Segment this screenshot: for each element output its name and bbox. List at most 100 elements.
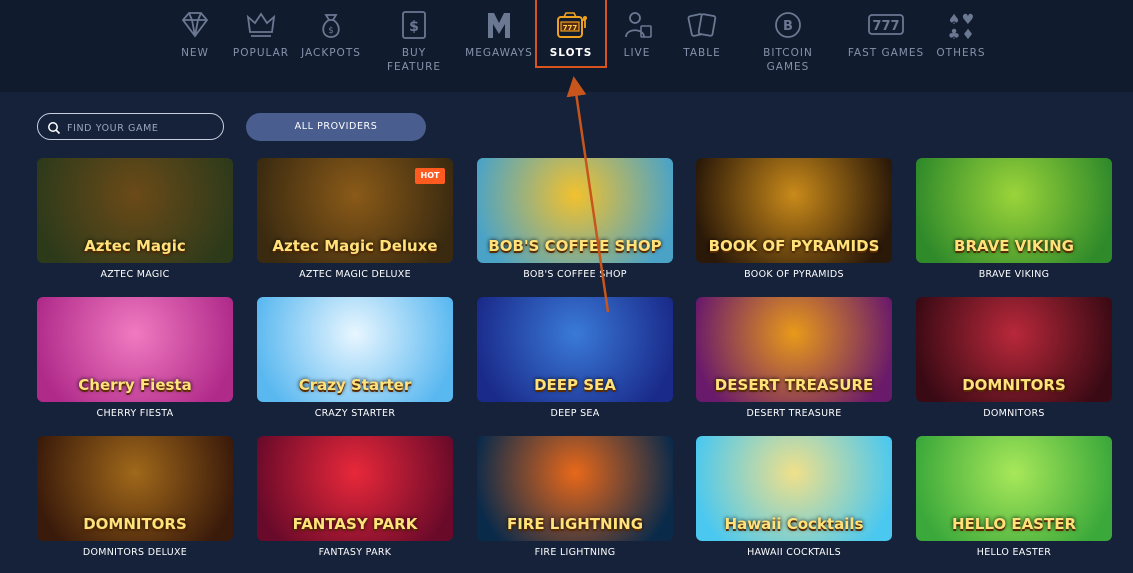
dollar-card-icon: $ — [396, 8, 432, 42]
nav-label: JACKPOTS — [301, 47, 361, 59]
game-title[interactable]: DEEP SEA — [477, 408, 673, 419]
all-providers-button[interactable]: ALL PROVIDERS — [246, 113, 426, 141]
game-thumbnail[interactable]: DOMNITORS — [916, 297, 1112, 402]
game-thumbnail[interactable]: BRAVE VIKING — [916, 158, 1112, 263]
svg-text:♠: ♠ — [948, 12, 961, 28]
svg-text:♣: ♣ — [948, 27, 961, 42]
diamond-icon — [177, 8, 213, 42]
game-thumbnail[interactable]: BOOK OF PYRAMIDS — [696, 158, 892, 263]
game-card[interactable]: DESERT TREASURE DESERT TREASURE — [696, 297, 892, 422]
svg-text:777: 777 — [563, 24, 578, 32]
game-title[interactable]: CRAZY STARTER — [257, 408, 453, 419]
search-input[interactable] — [65, 118, 219, 138]
category-nav: NEW POPULAR $ JACKPOTS $ BUY FEATURE MEG… — [0, 0, 1133, 92]
game-title[interactable]: BRAVE VIKING — [916, 269, 1112, 280]
game-thumbnail[interactable]: FIRE LIGHTNING — [477, 436, 673, 541]
game-logo-text: HELLO EASTER — [951, 515, 1077, 533]
live-dealer-icon — [619, 8, 655, 42]
game-card[interactable]: BOOK OF PYRAMIDS BOOK OF PYRAMIDS — [696, 158, 892, 283]
game-card[interactable]: DEEP SEA DEEP SEA — [477, 297, 673, 422]
game-logo-text: Aztec Magic — [84, 237, 186, 255]
game-title[interactable]: BOB'S COFFEE SHOP — [477, 269, 673, 280]
game-thumbnail[interactable]: DOMNITORS — [37, 436, 233, 541]
game-thumbnail[interactable]: BOB'S COFFEE SHOP — [477, 158, 673, 263]
game-title[interactable]: BOOK OF PYRAMIDS — [696, 269, 892, 280]
nav-label: NEW — [181, 47, 209, 59]
game-card[interactable]: Crazy Starter CRAZY STARTER — [257, 297, 453, 422]
game-card[interactable]: FANTASY PARK FANTASY PARK — [257, 436, 453, 561]
game-card[interactable]: Aztec Magic Deluxe HOT AZTEC MAGIC DELUXE — [257, 158, 453, 283]
game-title[interactable]: HAWAII COCKTAILS — [696, 547, 892, 558]
search-icon — [47, 120, 61, 135]
svg-text:B: B — [783, 19, 793, 34]
nav-item-megaways[interactable]: MEGAWAYS — [465, 0, 533, 92]
nav-label: BUY FEATURE — [386, 47, 442, 73]
game-card[interactable]: BRAVE VIKING BRAVE VIKING — [916, 158, 1112, 283]
game-card[interactable]: Hawaii Cocktails HAWAII COCKTAILS — [696, 436, 892, 561]
nav-item-live[interactable]: LIVE — [612, 0, 662, 92]
game-thumbnail[interactable]: Crazy Starter — [257, 297, 453, 402]
svg-text:♥: ♥ — [962, 12, 975, 28]
game-title[interactable]: FANTASY PARK — [257, 547, 453, 558]
nav-item-fast-games[interactable]: 777 FAST GAMES — [846, 0, 926, 92]
megaways-m-icon — [481, 8, 517, 42]
money-bag-icon: $ — [313, 8, 349, 42]
game-thumbnail[interactable]: HELLO EASTER — [916, 436, 1112, 541]
card-suits-icon: ♠ ♥ ♣ ♦ — [943, 8, 979, 42]
hot-badge: HOT — [415, 168, 445, 184]
game-logo-text: BRAVE VIKING — [954, 237, 1074, 255]
nav-label: SLOTS — [549, 47, 593, 59]
game-logo-text: DEEP SEA — [534, 376, 616, 394]
game-logo-text: FANTASY PARK — [292, 515, 418, 533]
game-title[interactable]: DOMNITORS — [916, 408, 1112, 419]
nav-item-slots[interactable]: 777 SLOTS — [537, 0, 605, 92]
game-logo-text: Aztec Magic Deluxe — [272, 237, 438, 255]
nav-item-bitcoin-games[interactable]: B BITCOIN GAMES — [755, 0, 821, 92]
nav-label: OTHERS — [936, 47, 986, 59]
game-card[interactable]: DOMNITORS DOMNITORS — [916, 297, 1112, 422]
nav-label: FAST GAMES — [847, 47, 925, 59]
nav-item-new[interactable]: NEW — [170, 0, 220, 92]
svg-text:$: $ — [328, 26, 334, 36]
svg-text:777: 777 — [872, 19, 899, 34]
game-thumbnail[interactable]: Cherry Fiesta — [37, 297, 233, 402]
game-card[interactable]: Aztec Magic AZTEC MAGIC — [37, 158, 233, 283]
game-logo-text: Crazy Starter — [298, 376, 412, 394]
game-card[interactable]: FIRE LIGHTNING FIRE LIGHTNING — [477, 436, 673, 561]
game-logo-text: BOOK OF PYRAMIDS — [708, 237, 880, 255]
game-title[interactable]: CHERRY FIESTA — [37, 408, 233, 419]
game-title[interactable]: AZTEC MAGIC — [37, 269, 233, 280]
game-logo-text: Cherry Fiesta — [78, 376, 192, 394]
nav-item-table[interactable]: TABLE — [676, 0, 728, 92]
game-logo-text: DOMNITORS — [83, 515, 187, 533]
game-logo-text: BOB'S COFFEE SHOP — [488, 237, 662, 255]
game-title[interactable]: HELLO EASTER — [916, 547, 1112, 558]
search-field[interactable] — [37, 113, 224, 140]
bitcoin-icon: B — [770, 8, 806, 42]
nav-label: POPULAR — [232, 47, 290, 59]
game-thumbnail[interactable]: Hawaii Cocktails — [696, 436, 892, 541]
cards-icon — [684, 8, 720, 42]
game-logo-text: Hawaii Cocktails — [724, 515, 864, 533]
game-card[interactable]: BOB'S COFFEE SHOP BOB'S COFFEE SHOP — [477, 158, 673, 283]
game-title[interactable]: FIRE LIGHTNING — [477, 547, 673, 558]
game-title[interactable]: AZTEC MAGIC DELUXE — [257, 269, 453, 280]
nav-item-jackpots[interactable]: $ JACKPOTS — [300, 0, 362, 92]
game-card[interactable]: Cherry Fiesta CHERRY FIESTA — [37, 297, 233, 422]
game-card[interactable]: HELLO EASTER HELLO EASTER — [916, 436, 1112, 561]
game-thumbnail[interactable]: FANTASY PARK — [257, 436, 453, 541]
game-title[interactable]: DOMNITORS DELUXE — [37, 547, 233, 558]
nav-item-buy-feature[interactable]: $ BUY FEATURE — [374, 0, 454, 92]
nav-label: MEGAWAYS — [465, 47, 533, 59]
game-thumbnail[interactable]: DESERT TREASURE — [696, 297, 892, 402]
nav-item-others[interactable]: ♠ ♥ ♣ ♦ OTHERS — [934, 0, 988, 92]
nav-item-popular[interactable]: POPULAR — [231, 0, 291, 92]
game-thumbnail[interactable]: Aztec Magic — [37, 158, 233, 263]
game-thumbnail[interactable]: DEEP SEA — [477, 297, 673, 402]
game-title[interactable]: DESERT TREASURE — [696, 408, 892, 419]
game-logo-text: DESERT TREASURE — [714, 376, 874, 394]
game-thumbnail[interactable]: Aztec Magic Deluxe HOT — [257, 158, 453, 263]
nav-label: TABLE — [683, 47, 721, 59]
game-card[interactable]: DOMNITORS DOMNITORS DELUXE — [37, 436, 233, 561]
svg-text:♦: ♦ — [962, 27, 975, 42]
